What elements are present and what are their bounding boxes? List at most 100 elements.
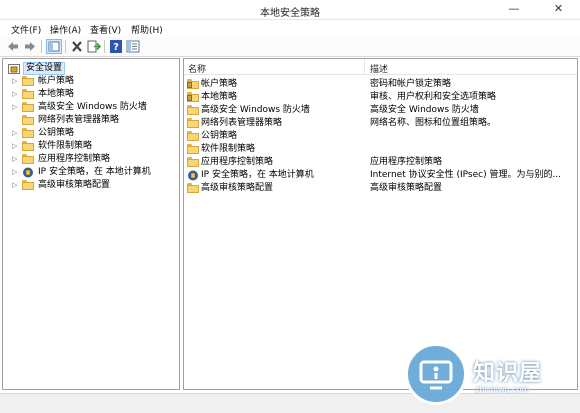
tree-item-label: 公钥策略 <box>38 128 75 138</box>
tree-item-label: 软件限制策略 <box>38 141 93 151</box>
watermark-text: 知识屋 <box>473 361 543 386</box>
row-description: 网络名称、图标和位置组策略。 <box>370 118 497 128</box>
tree-pane[interactable]: 安全设置 ▷ 帐户策略 ▷ 本地策略 ▷ 高级安全 Windows 防火墙 网络… <box>2 58 180 390</box>
tree-item-audit-config[interactable]: ▷ 高级审核策略配置 <box>3 179 179 192</box>
tree-item-account-policies[interactable]: ▷ 帐户策略 <box>3 75 179 88</box>
row-name: 软件限制策略 <box>201 144 256 154</box>
column-separator[interactable] <box>364 59 365 75</box>
forward-icon[interactable] <box>22 39 38 54</box>
list-row-network-list[interactable]: 网络列表管理器策略 网络名称、图标和位置组策略。 <box>184 117 577 130</box>
security-settings-icon <box>8 63 20 74</box>
watermark-logo: 知识屋 zhishiwu.com <box>405 343 575 405</box>
row-description: Internet 协议安全性 (IPsec) 管理。为与别的... <box>370 170 562 180</box>
expand-arrow-icon[interactable]: ▷ <box>12 166 20 179</box>
row-description: 高级安全 Windows 防火墙 <box>370 105 479 115</box>
row-name: 网络列表管理器策略 <box>201 118 283 128</box>
row-name: 公钥策略 <box>201 131 238 141</box>
tree-item-app-control[interactable]: ▷ 应用程序控制策略 <box>3 153 179 166</box>
tree-item-ipsec[interactable]: ▷ IP 安全策略，在 本地计算机 <box>3 166 179 179</box>
menu-view[interactable]: 查看(V) <box>90 23 121 36</box>
tree-item-software-restriction[interactable]: ▷ 软件限制策略 <box>3 140 179 153</box>
toolbar: ? <box>0 37 580 57</box>
list-row-software-restriction[interactable]: 软件限制策略 <box>184 143 577 156</box>
menu-action[interactable]: 操作(A) <box>50 23 81 36</box>
expand-arrow-icon[interactable]: ▷ <box>12 127 20 140</box>
list-row-firewall[interactable]: 高级安全 Windows 防火墙 高级安全 Windows 防火墙 <box>184 104 577 117</box>
row-description: 应用程序控制策略 <box>370 157 443 167</box>
column-header-name[interactable]: 名称 <box>188 62 206 75</box>
row-name: 应用程序控制策略 <box>201 157 274 167</box>
list-row-app-control[interactable]: 应用程序控制策略 应用程序控制策略 <box>184 156 577 169</box>
menu-bar: 文件(F) 操作(A) 查看(V) 帮助(H) <box>0 20 580 36</box>
policy-folder-icon <box>187 79 199 90</box>
row-name: IP 安全策略，在 本地计算机 <box>201 170 314 180</box>
folder-icon <box>22 180 34 191</box>
export-icon[interactable] <box>86 39 102 54</box>
expand-arrow-icon[interactable]: ▷ <box>12 75 20 88</box>
folder-icon <box>22 76 34 87</box>
folder-icon <box>187 118 199 129</box>
close-button[interactable]: ✕ <box>537 0 580 17</box>
help-icon[interactable]: ? <box>108 39 124 54</box>
menu-help[interactable]: 帮助(H) <box>131 23 163 36</box>
expand-arrow-icon[interactable]: ▷ <box>12 153 20 166</box>
tree-item-label: 帐户策略 <box>38 76 75 86</box>
svg-text:?: ? <box>113 42 119 53</box>
column-header-description[interactable]: 描述 <box>370 62 388 75</box>
ipsec-icon <box>187 170 199 181</box>
properties-icon[interactable] <box>125 39 141 54</box>
row-description: 高级审核策略配置 <box>370 183 443 193</box>
list-row-public-key[interactable]: 公钥策略 <box>184 130 577 143</box>
list-row-local-policies[interactable]: 本地策略 审核、用户权利和安全选项策略 <box>184 91 577 104</box>
tree-item-local-policies[interactable]: ▷ 本地策略 <box>3 88 179 101</box>
folder-icon <box>187 183 199 194</box>
show-tree-icon[interactable] <box>46 39 62 54</box>
row-name: 帐户策略 <box>201 79 238 89</box>
tree-item-label: IP 安全策略，在 本地计算机 <box>38 167 151 177</box>
folder-icon <box>22 102 34 113</box>
tree-item-label: 应用程序控制策略 <box>38 154 111 164</box>
expand-arrow-icon[interactable]: ▷ <box>12 101 20 114</box>
tree-item-label: 网络列表管理器策略 <box>38 115 120 125</box>
list-row-audit-config[interactable]: 高级审核策略配置 高级审核策略配置 <box>184 182 577 195</box>
list-header: 名称 描述 <box>184 59 577 75</box>
tree-item-label: 高级安全 Windows 防火墙 <box>38 102 147 112</box>
toolbar-separator <box>41 40 42 53</box>
folder-icon <box>22 128 34 139</box>
row-name: 本地策略 <box>201 92 238 102</box>
menu-file[interactable]: 文件(F) <box>11 23 41 36</box>
list-row-ipsec[interactable]: IP 安全策略，在 本地计算机 Internet 协议安全性 (IPsec) 管… <box>184 169 577 182</box>
tree-item-label: 本地策略 <box>38 89 75 99</box>
window-title: 本地安全策略 <box>260 8 320 19</box>
folder-icon <box>22 115 34 126</box>
folder-icon <box>187 131 199 142</box>
folder-icon <box>22 141 34 152</box>
tree-item-public-key[interactable]: ▷ 公钥策略 <box>3 127 179 140</box>
details-pane[interactable]: 名称 描述 帐户策略 密码和帐户锁定策略 本地策略 审核、用户权利和安全选项策略… <box>183 58 578 390</box>
folder-icon <box>187 157 199 168</box>
tree-root[interactable]: 安全设置 <box>3 62 179 75</box>
expand-arrow-icon[interactable]: ▷ <box>12 140 20 153</box>
back-icon[interactable] <box>5 39 21 54</box>
toolbar-separator <box>65 40 66 53</box>
expand-arrow-icon[interactable]: ▷ <box>12 88 20 101</box>
delete-icon[interactable] <box>69 39 85 54</box>
policy-folder-icon <box>187 92 199 103</box>
folder-icon <box>187 144 199 155</box>
row-description: 密码和帐户锁定策略 <box>370 79 452 89</box>
minimize-button[interactable]: — <box>500 0 528 17</box>
folder-icon <box>22 154 34 165</box>
tree-root-label: 安全设置 <box>23 62 66 75</box>
ipsec-icon <box>22 167 34 178</box>
folder-icon <box>187 105 199 116</box>
folder-icon <box>22 89 34 100</box>
row-name: 高级审核策略配置 <box>201 183 274 193</box>
row-description: 审核、用户权利和安全选项策略 <box>370 92 497 102</box>
title-bar: 本地安全策略 — ✕ <box>0 0 580 20</box>
tree-item-network-list[interactable]: 网络列表管理器策略 <box>3 114 179 127</box>
tree-item-label: 高级审核策略配置 <box>38 180 111 190</box>
row-name: 高级安全 Windows 防火墙 <box>201 105 310 115</box>
list-row-account-policies[interactable]: 帐户策略 密码和帐户锁定策略 <box>184 78 577 91</box>
expand-arrow-icon[interactable]: ▷ <box>12 179 20 192</box>
tree-item-firewall[interactable]: ▷ 高级安全 Windows 防火墙 <box>3 101 179 114</box>
